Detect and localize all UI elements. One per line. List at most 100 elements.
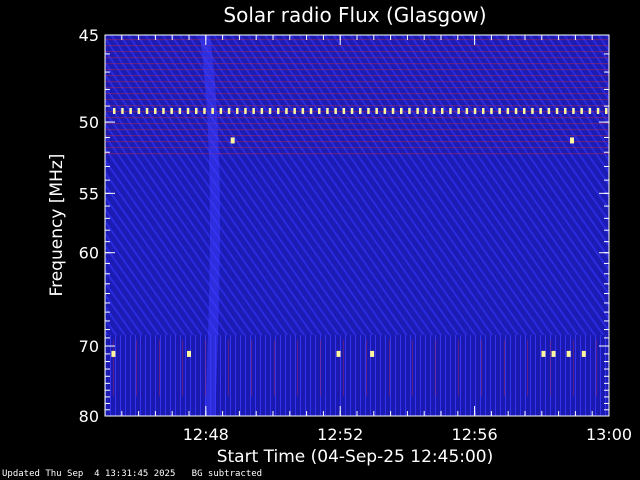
interference-dot xyxy=(498,107,501,114)
red-band-line xyxy=(105,105,609,107)
interference-dot xyxy=(318,107,321,114)
interference-dot xyxy=(375,107,378,114)
plot-area xyxy=(105,34,609,417)
interference-dot xyxy=(113,107,116,114)
burst-mark xyxy=(370,350,375,357)
red-band-line xyxy=(105,147,609,149)
interference-dot xyxy=(178,107,182,114)
burst-mark xyxy=(111,350,116,357)
y-tick-label: 60 xyxy=(79,244,99,263)
interference-dot xyxy=(219,107,223,114)
red-band-line xyxy=(105,93,609,95)
spectrogram-background xyxy=(105,35,609,335)
interference-dot xyxy=(539,107,542,114)
red-band-line xyxy=(105,51,609,53)
interference-dot xyxy=(588,107,592,114)
interference-dot xyxy=(523,107,526,114)
interference-dot xyxy=(555,107,559,114)
interference-dot xyxy=(580,107,583,114)
x-axis-label: Start Time (04-Sep-25 12:45:00) xyxy=(217,447,494,467)
interference-dot xyxy=(195,107,198,114)
interference-dot xyxy=(506,107,510,114)
interference-streak xyxy=(228,340,229,396)
interference-dot xyxy=(572,107,575,114)
red-band-line xyxy=(105,123,609,125)
burst-mark xyxy=(230,137,235,144)
interference-dot xyxy=(154,107,157,114)
updated-timestamp: Updated Thu Sep 4 13:31:45 2025 xyxy=(2,469,176,479)
x-tick-label: 13:00 xyxy=(586,425,632,444)
interference-streak xyxy=(297,340,298,396)
footer-status: Updated Thu Sep 4 13:31:45 2025 BG subtr… xyxy=(2,469,262,479)
burst-mark xyxy=(551,350,556,357)
red-band-line xyxy=(105,153,609,155)
burst-mark xyxy=(566,350,571,357)
interference-dot xyxy=(441,107,444,114)
interference-streak xyxy=(435,340,436,396)
red-band-line xyxy=(105,141,609,143)
interference-dot xyxy=(268,107,272,114)
interference-streak xyxy=(343,340,344,396)
interference-dot xyxy=(424,107,428,114)
interference-dot xyxy=(252,107,255,114)
interference-dot xyxy=(514,107,518,114)
interference-dot xyxy=(186,107,190,114)
chart-title: Solar radio Flux (Glasgow) xyxy=(223,3,486,27)
red-band-line xyxy=(105,117,609,119)
bg-note: BG subtracted xyxy=(191,469,263,479)
spectrogram-chart: 45 50 55 60 70 80 12:48 12:52 12:56 13:00 Solar r… xyxy=(47,3,632,467)
interference-streak xyxy=(159,340,160,396)
red-band-line xyxy=(105,81,609,83)
interference-streak xyxy=(527,340,528,396)
burst-mark xyxy=(187,350,191,357)
interference-dot xyxy=(170,107,173,114)
interference-dot xyxy=(531,107,534,114)
interference-streak xyxy=(458,340,459,396)
interference-dot xyxy=(482,107,485,114)
interference-dot xyxy=(383,107,387,114)
interference-streak xyxy=(366,340,367,396)
interference-dot xyxy=(367,107,370,114)
interference-dot xyxy=(334,107,337,114)
interference-dot xyxy=(432,107,436,114)
red-band-line xyxy=(105,135,609,137)
interference-dot xyxy=(121,107,124,114)
interference-dot xyxy=(465,107,469,114)
interference-dot xyxy=(244,107,247,114)
interference-dot xyxy=(605,107,608,114)
red-band-line xyxy=(105,63,609,65)
red-band-line xyxy=(105,75,609,77)
interference-dot xyxy=(260,107,264,114)
y-tick-label: 55 xyxy=(79,184,99,203)
burst-mark xyxy=(581,350,586,357)
interference-dot xyxy=(416,107,419,114)
interference-dot xyxy=(145,107,149,114)
interference-streak xyxy=(481,340,482,396)
interference-streak xyxy=(573,340,574,396)
interference-dot xyxy=(326,107,329,114)
burst-mark xyxy=(336,350,341,357)
x-tick-label: 12:56 xyxy=(452,425,498,444)
red-band-line xyxy=(105,87,609,89)
interference-streak xyxy=(389,340,390,396)
y-tick-label: 70 xyxy=(79,337,99,356)
interference-dot xyxy=(277,107,280,114)
interference-dot xyxy=(293,107,296,114)
interference-streak xyxy=(251,340,252,396)
interference-dot xyxy=(359,107,362,114)
interference-streak xyxy=(182,340,183,396)
interference-dot xyxy=(301,107,305,114)
interference-dot xyxy=(564,107,567,114)
interference-dot xyxy=(547,107,551,114)
interference-dot xyxy=(457,107,460,114)
interference-dot xyxy=(162,107,165,114)
red-band-line xyxy=(105,129,609,131)
interference-streak xyxy=(596,340,597,396)
y-axis-label: Frequency [MHz] xyxy=(47,154,67,297)
interference-streak xyxy=(205,340,206,396)
interference-streak xyxy=(274,340,275,396)
y-tick-label: 50 xyxy=(79,113,99,132)
interference-dot xyxy=(342,107,346,114)
interference-streak xyxy=(320,340,321,396)
interference-dot xyxy=(227,107,231,114)
